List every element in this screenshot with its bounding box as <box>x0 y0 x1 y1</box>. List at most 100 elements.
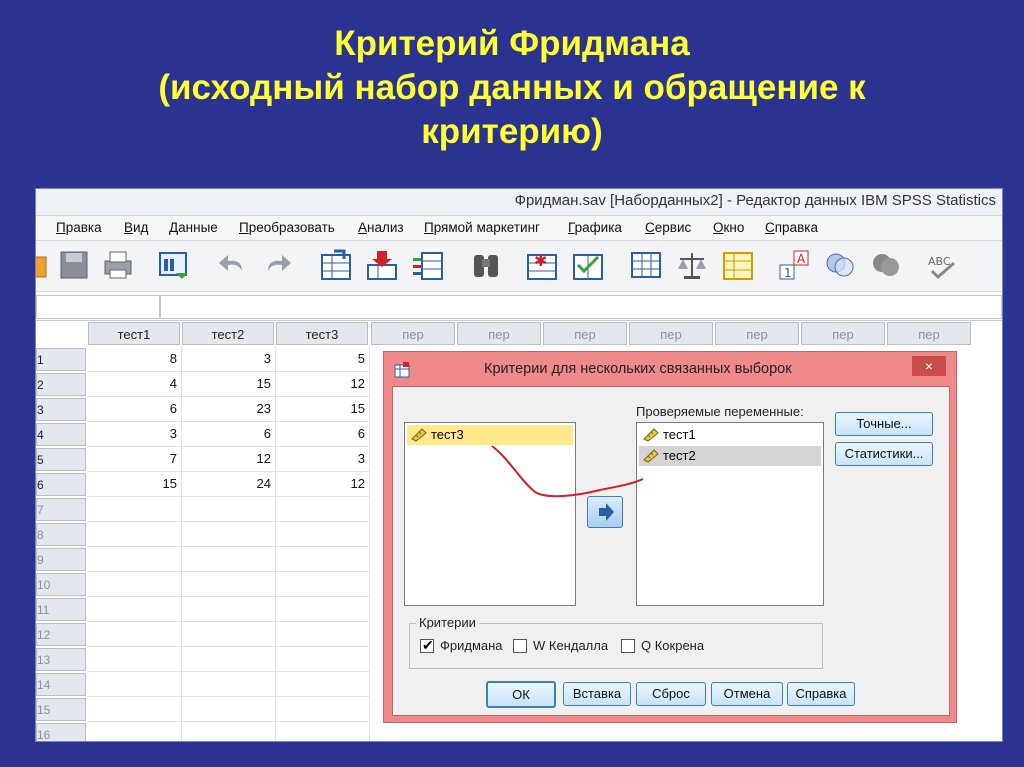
menu-utilities[interactable]: Сервис <box>645 220 691 235</box>
menu-edit[interactable]: Правка <box>56 220 102 235</box>
list-item[interactable]: тест2 <box>639 446 821 466</box>
menu-transform[interactable]: Преобразовать <box>239 220 335 235</box>
data-cell[interactable] <box>182 722 276 741</box>
cochran-q-checkbox[interactable]: Q Кокрена <box>621 638 704 654</box>
data-cell[interactable]: 7 <box>88 447 182 472</box>
data-cell[interactable]: 15 <box>88 472 182 497</box>
data-cell[interactable] <box>88 622 182 647</box>
data-cell[interactable] <box>182 622 276 647</box>
row-number[interactable]: 14 <box>36 673 86 696</box>
move-variable-button[interactable] <box>587 496 623 528</box>
value-labels-icon[interactable]: A1 <box>778 249 810 281</box>
row-number[interactable]: 16 <box>36 723 86 741</box>
undo-icon[interactable] <box>216 249 248 281</box>
data-cell[interactable] <box>88 722 182 741</box>
list-item[interactable]: тест3 <box>407 425 573 445</box>
reset-button[interactable]: Сброс <box>636 682 706 706</box>
spell-check-icon[interactable]: ABC <box>926 249 958 281</box>
print-icon[interactable] <box>102 249 134 281</box>
insert-cases-icon[interactable]: ✱ <box>526 249 558 281</box>
menu-analyze[interactable]: Анализ <box>358 220 404 235</box>
data-cell[interactable] <box>182 497 276 522</box>
column-header-test3[interactable]: тест3 <box>276 322 368 345</box>
help-button[interactable]: Справка <box>787 682 855 706</box>
data-cell[interactable] <box>182 672 276 697</box>
row-number[interactable]: 3 <box>36 398 86 421</box>
column-header-var[interactable]: пер <box>715 322 799 345</box>
ok-button[interactable]: ОК <box>486 681 556 708</box>
friedman-checkbox[interactable]: ✔ Фридмана <box>420 637 503 654</box>
menu-direct-marketing[interactable]: Прямой маркетинг <box>424 220 540 235</box>
data-cell[interactable] <box>276 672 370 697</box>
test-variables-list[interactable]: тест1 тест2 <box>636 422 824 606</box>
column-header-test2[interactable]: тест2 <box>182 322 274 345</box>
row-number[interactable]: 2 <box>36 373 86 396</box>
data-cell[interactable] <box>88 672 182 697</box>
save-icon[interactable] <box>58 249 90 281</box>
redo-icon[interactable] <box>262 249 294 281</box>
data-cell[interactable]: 6 <box>88 397 182 422</box>
data-cell[interactable]: 6 <box>276 422 370 447</box>
data-cell[interactable] <box>276 697 370 722</box>
data-cell[interactable] <box>88 697 182 722</box>
data-cell[interactable]: 6 <box>182 422 276 447</box>
menu-graphs[interactable]: Графика <box>568 220 622 235</box>
data-cell[interactable] <box>276 497 370 522</box>
data-cell[interactable]: 8 <box>88 347 182 372</box>
data-cell[interactable]: 15 <box>276 397 370 422</box>
data-cell[interactable] <box>88 647 182 672</box>
goto-case-icon[interactable] <box>320 249 352 281</box>
row-number[interactable]: 11 <box>36 598 86 621</box>
menu-window[interactable]: Окно <box>713 220 744 235</box>
row-number[interactable]: 12 <box>36 623 86 646</box>
statistics-button[interactable]: Статистики... <box>835 442 933 466</box>
data-cell[interactable]: 12 <box>276 372 370 397</box>
source-variables-list[interactable]: тест3 <box>404 422 576 606</box>
data-cell[interactable]: 24 <box>182 472 276 497</box>
data-cell[interactable]: 3 <box>276 447 370 472</box>
data-cell[interactable]: 12 <box>182 447 276 472</box>
row-number[interactable]: 15 <box>36 698 86 721</box>
goto-variable-icon[interactable] <box>366 249 398 281</box>
column-header-var[interactable]: пер <box>629 322 713 345</box>
data-cell[interactable] <box>276 597 370 622</box>
dialog-recall-icon[interactable] <box>158 249 190 281</box>
data-cell[interactable] <box>276 547 370 572</box>
data-cell[interactable]: 3 <box>182 347 276 372</box>
kendall-w-checkbox[interactable]: W Кендалла <box>513 638 608 654</box>
data-cell[interactable] <box>276 622 370 647</box>
data-cell[interactable] <box>276 722 370 741</box>
data-cell[interactable] <box>182 572 276 597</box>
data-cell[interactable] <box>88 597 182 622</box>
menu-data[interactable]: Данные <box>169 220 218 235</box>
column-header-var[interactable]: пер <box>371 322 455 345</box>
insert-variable-icon[interactable] <box>572 249 604 281</box>
split-file-icon[interactable] <box>630 249 662 281</box>
menu-help[interactable]: Справка <box>765 220 818 235</box>
row-number[interactable]: 7 <box>36 498 86 521</box>
data-cell[interactable]: 5 <box>276 347 370 372</box>
data-cell[interactable] <box>276 522 370 547</box>
data-cell[interactable] <box>88 572 182 597</box>
paste-button[interactable]: Вставка <box>563 682 631 706</box>
column-header-var[interactable]: пер <box>543 322 627 345</box>
data-cell[interactable] <box>182 547 276 572</box>
cancel-button[interactable]: Отмена <box>711 682 783 706</box>
data-cell[interactable] <box>88 497 182 522</box>
data-cell[interactable] <box>88 547 182 572</box>
row-number[interactable]: 10 <box>36 573 86 596</box>
column-header-var[interactable]: пер <box>801 322 885 345</box>
open-folder-icon[interactable] <box>35 249 50 281</box>
data-cell[interactable] <box>182 697 276 722</box>
column-header-var[interactable]: пер <box>457 322 541 345</box>
data-cell[interactable] <box>276 647 370 672</box>
row-number[interactable]: 4 <box>36 423 86 446</box>
close-button[interactable]: × <box>912 356 946 376</box>
row-number[interactable]: 13 <box>36 648 86 671</box>
data-cell[interactable]: 12 <box>276 472 370 497</box>
data-cell[interactable]: 23 <box>182 397 276 422</box>
data-cell[interactable] <box>182 522 276 547</box>
use-sets-icon[interactable] <box>824 249 856 281</box>
data-cell[interactable] <box>182 647 276 672</box>
data-cell[interactable]: 3 <box>88 422 182 447</box>
